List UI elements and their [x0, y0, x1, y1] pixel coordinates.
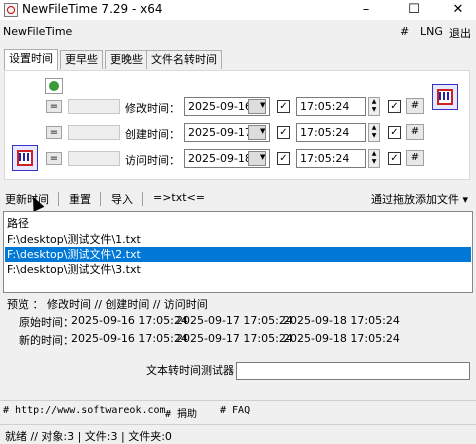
create-date-value: 2025-09-17: [188, 126, 252, 139]
modify-time-spinner[interactable]: ▲ ▼: [368, 97, 380, 116]
path-column-header[interactable]: 路径: [7, 215, 29, 231]
calendar-clock-icon[interactable]: [12, 145, 38, 171]
donate-link[interactable]: # 捐助: [165, 405, 197, 420]
original-create-value: 2025-09-17 17:05:24: [176, 314, 293, 327]
refresh-icon[interactable]: [45, 78, 63, 94]
chevron-down-icon[interactable]: ▼: [260, 100, 268, 110]
access-date-value: 2025-09-18: [188, 152, 252, 165]
text-to-time-tester-label: 文本转时间测试器: [146, 364, 234, 377]
create-equal-button[interactable]: =: [46, 126, 62, 139]
list-item[interactable]: F:\desktop\测试文件\1.txt: [5, 232, 471, 247]
toolbar-divider: [100, 192, 101, 206]
new-create-value: 2025-09-17 17:05:24: [176, 332, 293, 345]
access-equal-button[interactable]: =: [46, 152, 62, 165]
create-time-checkbox[interactable]: ✓: [388, 126, 401, 139]
modify-equal-button[interactable]: =: [46, 100, 62, 113]
access-time-label: 访问时间：: [125, 154, 180, 167]
modify-time-value: 17:05:24: [300, 100, 350, 113]
chevron-down-icon[interactable]: ▼: [260, 126, 268, 136]
faq-link[interactable]: # FAQ: [220, 405, 250, 416]
create-date-checkbox[interactable]: ✓: [277, 126, 290, 139]
toolbar-divider: [142, 192, 143, 206]
new-time-label: 新的时间：: [19, 334, 74, 347]
link-bar: # http://www.softwareok.com # 捐助 # FAQ: [0, 400, 476, 421]
tab-earlier[interactable]: 更早些: [60, 50, 103, 69]
modify-time-checkbox[interactable]: ✓: [388, 100, 401, 113]
tab-set-time[interactable]: 设置时间: [4, 49, 58, 70]
access-time-value: 17:05:24: [300, 152, 350, 165]
menu-hash[interactable]: #: [400, 25, 409, 38]
reset-button[interactable]: 重置: [69, 191, 91, 207]
tab-filename-to-time[interactable]: 文件名转时间: [146, 50, 222, 69]
txt-export-button[interactable]: =>txt<=: [153, 191, 205, 204]
maximize-button[interactable]: ☐: [396, 0, 432, 20]
create-time-value: 17:05:24: [300, 126, 350, 139]
create-time-spinner[interactable]: ▲ ▼: [368, 123, 380, 142]
modify-date-checkbox[interactable]: ✓: [277, 100, 290, 113]
access-time-spinner[interactable]: ▲ ▼: [368, 149, 380, 168]
original-access-value: 2025-09-18 17:05:24: [283, 314, 400, 327]
list-item[interactable]: F:\desktop\测试文件\3.txt: [5, 262, 471, 277]
access-hash-button[interactable]: #: [406, 150, 424, 166]
close-button[interactable]: ✕: [440, 0, 476, 20]
access-time-input[interactable]: 17:05:24: [296, 149, 366, 168]
modify-date-value: 2025-09-16: [188, 100, 252, 113]
create-time-label: 创建时间：: [125, 128, 180, 141]
import-button[interactable]: 导入: [111, 191, 133, 207]
preview-section: 预览 ： 修改时间 // 创建时间 // 访问时间 原始时间： 2025-09-…: [4, 296, 470, 352]
tab-later[interactable]: 更晚些: [105, 50, 148, 69]
create-hash-button[interactable]: #: [406, 124, 424, 140]
chevron-down-icon[interactable]: ▼: [260, 152, 268, 162]
website-link[interactable]: # http://www.softwareok.com: [3, 405, 166, 416]
access-time-checkbox[interactable]: ✓: [388, 152, 401, 165]
text-to-time-tester-input[interactable]: [236, 362, 470, 380]
file-list[interactable]: 路径 F:\desktop\测试文件\1.txt F:\desktop\测试文件…: [3, 211, 473, 293]
new-modify-value: 2025-09-16 17:05:24: [71, 332, 188, 345]
create-time-input[interactable]: 17:05:24: [296, 123, 366, 142]
title-bar: NewFileTime 7.29 - x64 – ☐ ✕: [0, 0, 476, 20]
menu-exit[interactable]: 退出: [449, 25, 471, 41]
menu-bar: NewFileTime # LNG 退出: [0, 21, 476, 43]
modify-hash-button[interactable]: #: [406, 98, 424, 114]
access-date-checkbox[interactable]: ✓: [277, 152, 290, 165]
action-toolbar: 更新时间 重置 导入 =>txt<= 通过拖放添加文件 ▾: [0, 188, 476, 208]
menu-app-label[interactable]: NewFileTime: [3, 25, 72, 38]
list-item[interactable]: F:\desktop\测试文件\2.txt: [5, 247, 471, 262]
drag-add-files-button[interactable]: 通过拖放添加文件 ▾: [371, 191, 468, 207]
new-access-value: 2025-09-18 17:05:24: [283, 332, 400, 345]
modify-time-input[interactable]: 17:05:24: [296, 97, 366, 116]
window-title: NewFileTime 7.29 - x64: [22, 2, 163, 16]
toolbar-divider: [58, 192, 59, 206]
original-modify-value: 2025-09-16 17:05:24: [71, 314, 188, 327]
menu-language[interactable]: LNG: [420, 25, 443, 38]
modify-time-label: 修改时间：: [125, 102, 180, 115]
calendar-clock-icon[interactable]: [432, 84, 458, 110]
status-bar: 就绪 // 对象:3 | 文件:3 | 文件夹:0: [0, 424, 476, 443]
app-icon: [4, 3, 18, 17]
original-time-label: 原始时间：: [19, 316, 74, 329]
minimize-button[interactable]: –: [348, 0, 384, 20]
preview-header: 预览 ： 修改时间 // 创建时间 // 访问时间: [7, 298, 208, 311]
